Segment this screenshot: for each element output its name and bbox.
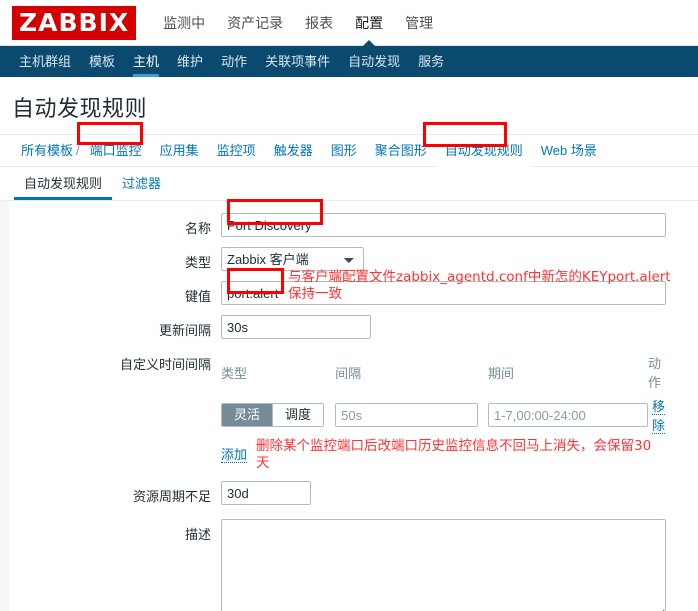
cell-type: 灵活 调度 bbox=[221, 396, 335, 440]
col-header-type: 类型 bbox=[221, 365, 248, 381]
subnav-item-host-groups[interactable]: 主机群组 bbox=[10, 46, 80, 77]
page-title: 自动发现规则 bbox=[12, 96, 148, 121]
annotation-lost-note-line1: 删除某个监控端口后改端口历史监控信息不回马上消失，会保留30 bbox=[256, 438, 652, 454]
breadcrumb-template-name[interactable]: 端口监控 bbox=[81, 135, 151, 167]
subnav-item-services[interactable]: 服务 bbox=[409, 46, 453, 77]
main-menu-item-inventory[interactable]: 资产记录 bbox=[216, 0, 294, 46]
name-input[interactable] bbox=[221, 213, 666, 237]
form-row-description: 描述 bbox=[9, 519, 698, 611]
form-row-keep-lost-resources: 资源周期不足 bbox=[9, 481, 698, 505]
entity-tab-items[interactable]: 监控项 bbox=[208, 135, 265, 167]
zabbix-logo[interactable]: ZABBIX bbox=[12, 5, 137, 40]
col-header-action: 动作 bbox=[647, 356, 661, 390]
label-key: 键值 bbox=[184, 289, 211, 304]
subnav-item-hosts[interactable]: 主机 bbox=[124, 46, 168, 77]
entity-tab-discovery-rules[interactable]: 自动发现规则 bbox=[435, 134, 532, 167]
page-body: 自动发现规则 所有模板 / 端口监控 应用集 监控项 触发器 图形 聚合图形 自… bbox=[0, 77, 698, 611]
form-row-type: 类型 Zabbix 客户端 bbox=[9, 247, 698, 271]
remove-interval-link[interactable]: 移除 bbox=[651, 399, 665, 434]
keep-lost-resources-input[interactable] bbox=[221, 481, 311, 505]
cell-action: 移除 bbox=[648, 396, 665, 440]
col-header-period: 期间 bbox=[487, 365, 514, 381]
interval-type-flexible[interactable]: 灵活 bbox=[222, 404, 274, 426]
subnav-item-actions[interactable]: 动作 bbox=[212, 46, 256, 77]
entity-tab-screens[interactable]: 聚合图形 bbox=[366, 135, 436, 167]
entity-tab-triggers[interactable]: 触发器 bbox=[265, 135, 322, 167]
form-tab-filters[interactable]: 过滤器 bbox=[112, 173, 171, 200]
label-name: 名称 bbox=[184, 221, 211, 236]
form-tab-discovery-rule[interactable]: 自动发现规则 bbox=[14, 173, 113, 200]
form-row-name: 名称 bbox=[9, 213, 698, 237]
custom-intervals-header-row: 类型 间隔 期间 动作 bbox=[221, 353, 665, 396]
top-header: ZABBIX 监测中 资产记录 报表 配置 管理 bbox=[0, 0, 698, 46]
subnav-item-event-correlation[interactable]: 关联项事件 bbox=[256, 46, 339, 77]
form-row-update-interval: 更新间隔 bbox=[9, 315, 698, 339]
main-menu-item-monitoring[interactable]: 监测中 bbox=[152, 0, 216, 46]
main-menu-item-reports[interactable]: 报表 bbox=[294, 0, 344, 46]
annotation-key-note-line1: 与客户端配置文件zabbix_agentd.conf中新怎的KEYport.al… bbox=[288, 269, 671, 285]
interval-type-toggle[interactable]: 灵活 调度 bbox=[221, 403, 325, 427]
secondary-nav: 主机群组 模板 主机 维护 动作 关联项事件 自动发现 服务 bbox=[0, 46, 698, 77]
label-type: 类型 bbox=[184, 255, 211, 270]
form-tab-strip: 自动发现规则 过滤器 bbox=[0, 166, 698, 200]
entity-tab-graphs[interactable]: 图形 bbox=[322, 135, 366, 167]
custom-interval-row: 灵活 调度 移除 bbox=[221, 396, 665, 440]
breadcrumb-all-templates[interactable]: 所有模板 bbox=[12, 135, 75, 167]
subnav-item-templates[interactable]: 模板 bbox=[80, 46, 124, 77]
description-textarea[interactable] bbox=[221, 519, 666, 611]
label-keep-lost-resources: 资源周期不足 bbox=[132, 489, 211, 504]
custom-interval-input[interactable] bbox=[335, 403, 479, 427]
cell-period bbox=[487, 396, 648, 440]
main-menu: 监测中 资产记录 报表 配置 管理 bbox=[152, 0, 444, 46]
entity-tab-strip: 所有模板 / 端口监控 应用集 监控项 触发器 图形 聚合图形 自动发现规则 W… bbox=[0, 134, 698, 167]
label-custom-intervals: 自定义时间间隔 bbox=[119, 357, 211, 372]
label-update-interval: 更新间隔 bbox=[158, 323, 211, 338]
custom-period-input[interactable] bbox=[487, 403, 648, 427]
type-select[interactable]: Zabbix 客户端 bbox=[221, 247, 364, 271]
subnav-item-maintenance[interactable]: 维护 bbox=[168, 46, 212, 77]
entity-tab-applications[interactable]: 应用集 bbox=[151, 135, 208, 167]
discovery-rule-form: 名称 类型 Zabbix 客户端 键值 更新间隔 bbox=[0, 200, 698, 611]
annotation-key-note-line2: 保持一致 bbox=[288, 286, 342, 302]
main-menu-item-configuration[interactable]: 配置 bbox=[344, 0, 394, 46]
update-interval-input[interactable] bbox=[221, 315, 371, 339]
label-description: 描述 bbox=[184, 527, 211, 542]
main-menu-item-administration[interactable]: 管理 bbox=[394, 0, 444, 46]
entity-tab-web-scenarios[interactable]: Web 场景 bbox=[532, 135, 606, 167]
col-header-interval: 间隔 bbox=[335, 365, 362, 381]
subnav-item-discovery[interactable]: 自动发现 bbox=[339, 46, 409, 77]
add-interval-link[interactable]: 添加 bbox=[221, 447, 248, 463]
annotation-lost-note-line2: 天 bbox=[256, 455, 270, 471]
interval-type-scheduling[interactable]: 调度 bbox=[273, 404, 324, 426]
cell-interval bbox=[335, 396, 488, 440]
